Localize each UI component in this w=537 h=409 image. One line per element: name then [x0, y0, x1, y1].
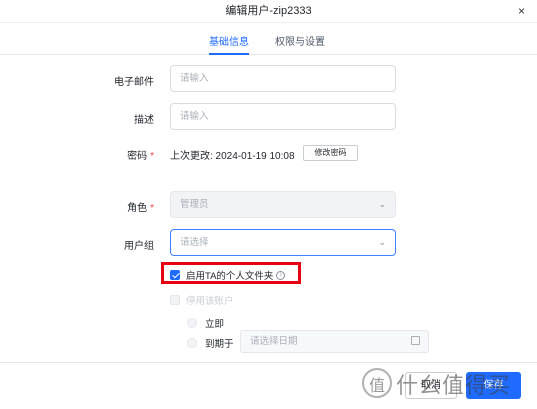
email-label: 电子邮件 — [114, 77, 154, 88]
radio-icon[interactable] — [187, 318, 197, 328]
description-field[interactable]: 请输入 — [170, 103, 396, 130]
role-label: 角色 * — [4, 199, 154, 214]
radio-immediately-label: 立即 — [205, 319, 225, 330]
role-label-text: 角色 — [127, 203, 148, 214]
password-label: 密码 * — [4, 147, 154, 162]
tab-basic-info[interactable]: 基础信息 — [209, 33, 249, 48]
dialog-title: 编辑用户-zip2333 — [0, 0, 537, 23]
chevron-down-icon: ⌄ — [378, 237, 386, 247]
password-last-changed: 上次更改: 2024-01-19 10:08 — [170, 151, 295, 162]
radio-expires-at[interactable]: 到期于 — [187, 336, 234, 350]
calendar-icon — [411, 336, 420, 345]
description-label: 描述 — [134, 115, 154, 126]
radio-immediately[interactable]: 立即 — [187, 316, 224, 330]
tab-bar: 基础信息 权限与设置 — [0, 23, 537, 55]
password-label-text: 密码 — [127, 151, 148, 162]
highlight-annotation-box — [161, 262, 301, 284]
role-value: 管理员 — [180, 199, 209, 210]
radio-expires-at-label: 到期于 — [205, 339, 234, 350]
close-icon[interactable]: × — [518, 4, 525, 18]
user-group-label: 用户组 — [124, 241, 154, 252]
chevron-down-icon: ⌄ — [378, 199, 386, 209]
role-select: 管理员 ⌄ — [170, 191, 396, 218]
cancel-button[interactable]: 取消 — [405, 372, 457, 399]
save-button[interactable]: 保存 — [466, 372, 521, 399]
change-password-button[interactable]: 修改密码 — [303, 145, 358, 161]
active-tab-indicator — [209, 53, 249, 55]
email-field[interactable]: 请输入 — [170, 65, 396, 92]
user-group-placeholder: 请选择 — [180, 237, 209, 248]
disable-account-label: 停用该账户 — [186, 296, 234, 307]
tab-permissions-settings[interactable]: 权限与设置 — [275, 33, 325, 48]
required-mark: * — [150, 203, 154, 214]
date-placeholder: 请选择日期 — [250, 336, 298, 347]
edit-user-dialog: 编辑用户-zip2333 × 基础信息 权限与设置 电子邮件 请输入 描述 请输… — [0, 0, 537, 409]
disable-account-checkbox: 停用该账户 — [170, 293, 234, 307]
expiry-date-picker[interactable]: 请选择日期 — [240, 330, 429, 353]
user-group-select[interactable]: 请选择 ⌄ — [170, 229, 396, 256]
radio-icon[interactable] — [187, 338, 197, 348]
checkbox-unchecked-icon — [170, 295, 180, 305]
required-mark: * — [150, 151, 154, 162]
